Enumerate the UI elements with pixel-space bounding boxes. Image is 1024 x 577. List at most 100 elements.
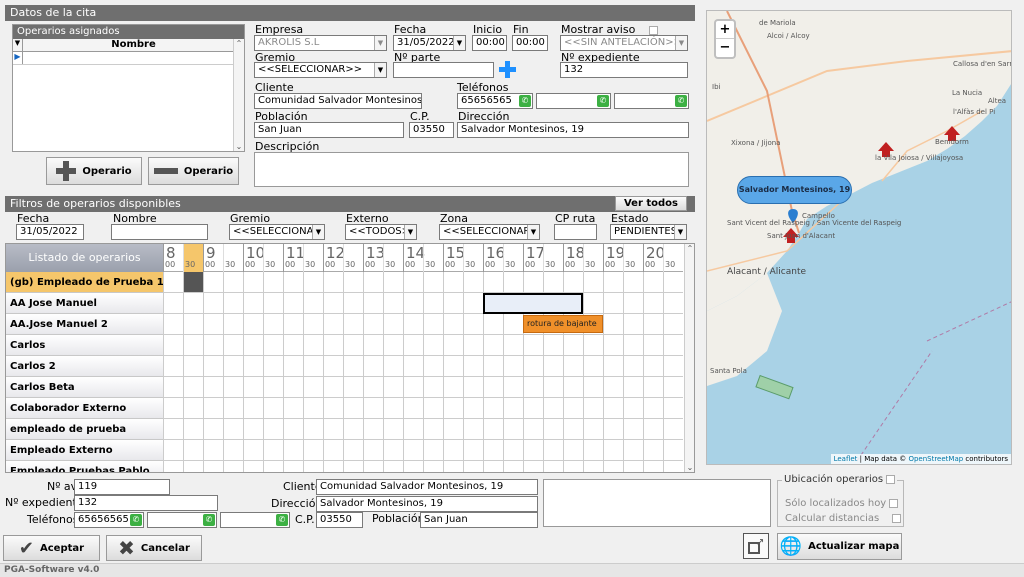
schedule-cell[interactable]	[283, 377, 303, 398]
schedule-cell[interactable]	[523, 419, 543, 440]
schedule-cell[interactable]	[183, 314, 203, 335]
inicio-input[interactable]: 00:00	[472, 35, 507, 51]
schedule-cell[interactable]	[583, 377, 603, 398]
schedule-cell[interactable]	[443, 377, 463, 398]
schedule-cell[interactable]	[523, 335, 543, 356]
schedule-cell[interactable]	[463, 272, 483, 293]
schedule-cell[interactable]	[603, 314, 623, 335]
schedule-cell[interactable]	[203, 356, 223, 377]
schedule-cell[interactable]	[343, 419, 363, 440]
schedule-cell[interactable]	[603, 419, 623, 440]
schedule-cell[interactable]	[503, 356, 523, 377]
schedule-cell[interactable]	[583, 440, 603, 461]
schedule-cell[interactable]	[303, 440, 323, 461]
bottom-poblacion-input[interactable]: San Juan	[420, 512, 538, 528]
schedule-cell[interactable]	[643, 314, 663, 335]
schedule-cell[interactable]	[303, 314, 323, 335]
schedule-cell[interactable]	[663, 314, 683, 335]
schedule-cell[interactable]	[423, 335, 443, 356]
schedule-cell[interactable]	[183, 335, 203, 356]
schedule-cell[interactable]	[523, 272, 543, 293]
cliente-input[interactable]: Comunidad Salvador Montesinos, 1	[254, 93, 422, 109]
schedule-cell[interactable]	[203, 461, 223, 472]
schedule-cell[interactable]	[183, 461, 203, 472]
schedule-cell[interactable]	[223, 440, 243, 461]
schedule-cell[interactable]	[503, 272, 523, 293]
ver-todos-button[interactable]: Ver todos	[615, 196, 687, 211]
bottom-cp-input[interactable]: 03550	[316, 512, 363, 528]
schedule-cell[interactable]	[183, 356, 203, 377]
schedule-cell[interactable]	[263, 272, 283, 293]
schedule-cell[interactable]	[263, 335, 283, 356]
schedule-cell[interactable]	[323, 314, 343, 335]
bottom-telefono1[interactable]: 65656565 ✆	[74, 512, 144, 528]
phone-icon[interactable]: ✆	[675, 95, 687, 107]
bottom-direccion-input[interactable]: Salvador Montesinos, 19	[316, 496, 538, 512]
schedule-cell[interactable]	[203, 314, 223, 335]
zoom-out-button[interactable]: −	[716, 39, 734, 57]
schedule-cell[interactable]	[243, 461, 263, 472]
schedule-cell[interactable]	[543, 335, 563, 356]
operario-row-label[interactable]: AA.Jose Manuel 2	[6, 314, 163, 335]
selected-time-range[interactable]	[483, 293, 583, 314]
schedule-cell[interactable]	[163, 293, 183, 314]
schedule-cell[interactable]	[563, 335, 583, 356]
schedule-cell[interactable]	[583, 419, 603, 440]
schedule-cell[interactable]	[463, 335, 483, 356]
schedule-cell[interactable]	[643, 356, 663, 377]
aviso-input[interactable]: 119	[74, 479, 170, 495]
filtro-gremio-select[interactable]: <<SELECCIONAR> ▼	[229, 224, 325, 240]
schedule-cell[interactable]	[323, 272, 343, 293]
schedule-cell[interactable]	[483, 314, 503, 335]
schedule-cell[interactable]	[483, 356, 503, 377]
phone-icon[interactable]: ✆	[276, 514, 288, 526]
schedule-cell[interactable]	[383, 377, 403, 398]
schedule-cell[interactable]	[363, 440, 383, 461]
schedule-cell[interactable]	[563, 377, 583, 398]
timeline-area[interactable]: 8 00 30 9 00 30 10 00 30 11 00 30 12 00 30 13 00 30 14 00 30…	[163, 244, 685, 472]
schedule-cell[interactable]	[463, 419, 483, 440]
schedule-cell[interactable]	[583, 461, 603, 472]
schedule-cell[interactable]	[483, 335, 503, 356]
schedule-cell[interactable]	[603, 377, 623, 398]
schedule-cell[interactable]	[423, 272, 443, 293]
schedule-cell[interactable]	[363, 419, 383, 440]
scroll-up-icon[interactable]: ⌃	[685, 244, 694, 253]
schedule-cell[interactable]	[543, 398, 563, 419]
event-block[interactable]: rotura de bajante	[523, 315, 603, 333]
schedule-cell[interactable]	[323, 335, 343, 356]
schedule-cell[interactable]	[163, 335, 183, 356]
schedule-cell[interactable]	[483, 440, 503, 461]
schedule-cell[interactable]	[363, 356, 383, 377]
filtro-externo-select[interactable]: <<TODOS>> ▼	[345, 224, 417, 240]
schedule-cell[interactable]	[483, 398, 503, 419]
schedule-cell[interactable]	[403, 272, 423, 293]
schedule-cell[interactable]	[443, 461, 463, 472]
schedule-cell[interactable]	[643, 335, 663, 356]
schedule-cell[interactable]	[463, 398, 483, 419]
calcular-checkbox[interactable]	[892, 513, 902, 523]
schedule-cell[interactable]	[343, 314, 363, 335]
schedule-cell[interactable]	[443, 293, 463, 314]
schedule-cell[interactable]	[403, 356, 423, 377]
schedule-cell[interactable]	[643, 377, 663, 398]
schedule-cell[interactable]	[243, 335, 263, 356]
schedule-cell[interactable]	[403, 419, 423, 440]
schedule-cell[interactable]	[503, 461, 523, 472]
schedule-cell[interactable]	[183, 419, 203, 440]
operario-row-label[interactable]: Carlos 2	[6, 356, 163, 377]
schedule-cell[interactable]	[583, 398, 603, 419]
schedule-cell[interactable]	[203, 440, 223, 461]
schedule-cell[interactable]	[623, 461, 643, 472]
schedule-cell[interactable]	[283, 440, 303, 461]
fecha-picker[interactable]: 31/05/2022 ▼	[393, 35, 466, 51]
schedule-cell[interactable]	[183, 272, 203, 293]
schedule-cell[interactable]	[603, 335, 623, 356]
schedule-cell[interactable]	[303, 461, 323, 472]
schedule-cell[interactable]	[343, 356, 363, 377]
schedule-cell[interactable]	[403, 335, 423, 356]
filtro-nombre-input[interactable]	[111, 224, 208, 240]
schedule-cell[interactable]	[663, 440, 683, 461]
zoom-in-button[interactable]: +	[716, 21, 734, 39]
schedule-cell[interactable]	[443, 440, 463, 461]
